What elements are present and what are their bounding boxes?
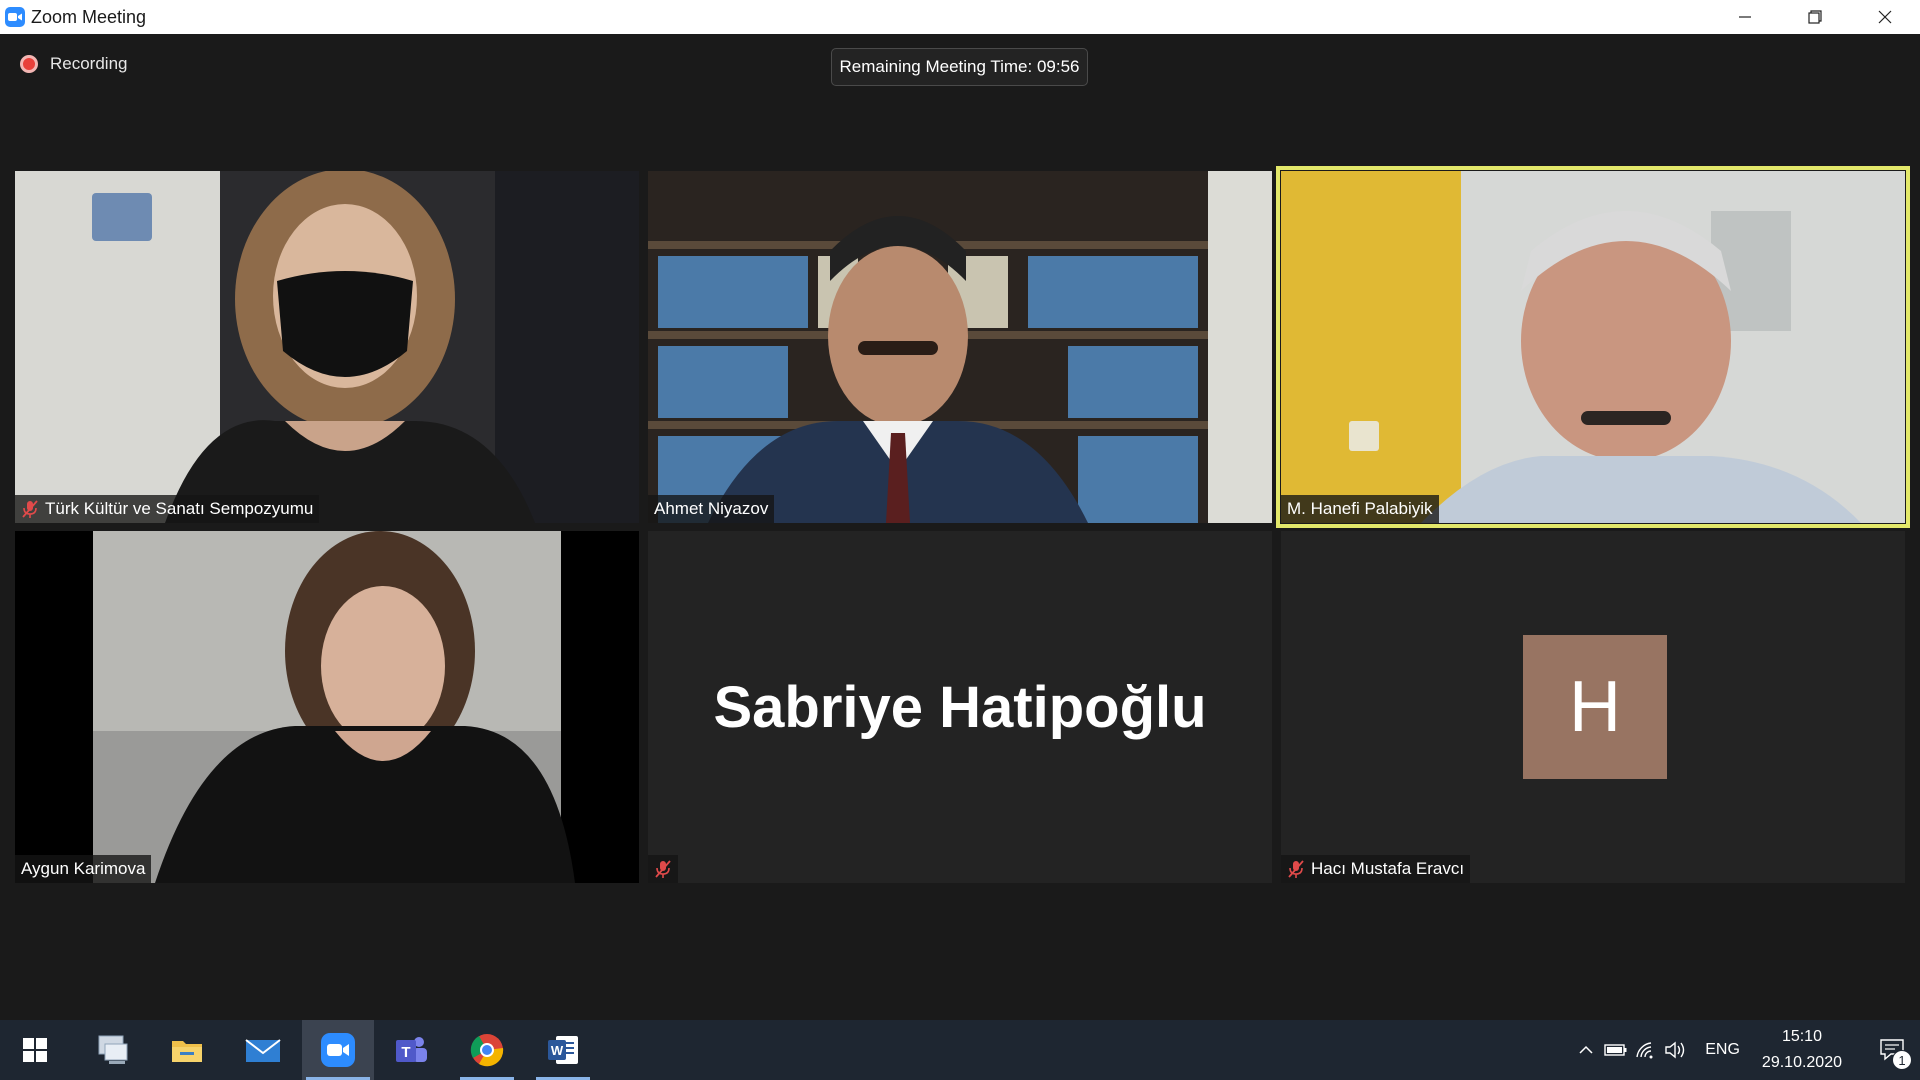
restore-icon xyxy=(1808,10,1822,24)
taskbar-zoom[interactable] xyxy=(302,1020,374,1080)
taskbar-remote-desktop[interactable] xyxy=(82,1020,144,1080)
folder-icon xyxy=(172,1041,202,1062)
muted-mic-icon xyxy=(1288,860,1304,878)
participant-name-tag xyxy=(648,855,678,883)
avatar: H xyxy=(1523,635,1667,779)
svg-text:W: W xyxy=(551,1043,564,1058)
camera-icon xyxy=(8,13,22,21)
clock-date: 29.10.2020 xyxy=(1761,1054,1842,1071)
taskbar: T W ENG 15:10 29.10.2020 1 xyxy=(0,1020,1920,1080)
start-button[interactable] xyxy=(4,1020,66,1080)
restore-button[interactable] xyxy=(1780,0,1850,34)
teams-icon: T xyxy=(396,1037,427,1062)
taskbar-chrome[interactable] xyxy=(456,1020,518,1080)
participant-name-tag: M. Hanefi Palabiyik xyxy=(1281,495,1439,523)
window-controls xyxy=(1710,0,1920,34)
muted-mic-icon xyxy=(655,860,671,878)
word-icon: W xyxy=(548,1036,578,1064)
zoom-app-icon xyxy=(5,7,25,27)
participant-name-tag: Hacı Mustafa Eravcı xyxy=(1281,855,1471,883)
clock[interactable]: 15:10 29.10.2020 xyxy=(1762,1024,1842,1076)
network-button[interactable] xyxy=(1631,1020,1661,1080)
window-title: Zoom Meeting xyxy=(31,6,147,27)
volume-button[interactable] xyxy=(1661,1020,1691,1080)
taskbar-mail[interactable] xyxy=(232,1020,294,1080)
taskbar-word[interactable]: W xyxy=(532,1020,594,1080)
mail-icon xyxy=(245,1039,281,1062)
close-icon xyxy=(1878,10,1892,24)
recording-label: Recording xyxy=(50,54,128,73)
svg-text:T: T xyxy=(401,1044,410,1061)
participant-video xyxy=(15,171,639,523)
participant-name-tag: Aygun Karimova xyxy=(15,855,152,883)
remote-desktop-icon xyxy=(98,1035,128,1064)
wifi-icon xyxy=(1636,1042,1653,1059)
chevron-up-icon xyxy=(1579,1045,1593,1054)
windows-icon xyxy=(23,1038,47,1062)
battery-icon xyxy=(1604,1044,1627,1056)
participant-display-name: Sabriye Hatipoğlu xyxy=(713,674,1207,740)
recording-dot-icon xyxy=(20,55,38,73)
participant-name: M. Hanefi Palabiyik xyxy=(1287,499,1433,518)
recording-indicator[interactable]: Recording xyxy=(20,54,128,74)
clock-time: 15:10 xyxy=(1781,1028,1822,1045)
system-tray: ENG 15:10 29.10.2020 1 xyxy=(1571,1020,1920,1080)
video-tile[interactable]: Aygun Karimova xyxy=(15,531,639,883)
battery-button[interactable] xyxy=(1601,1020,1631,1080)
notification-count-badge: 1 xyxy=(1892,1050,1912,1070)
participant-name-tag: Türk Kültür ve Sanatı Sempozyumu xyxy=(15,495,320,523)
language-indicator[interactable]: ENG xyxy=(1705,1041,1740,1059)
minimize-button[interactable] xyxy=(1710,0,1780,34)
participant-name-tag: Ahmet Niyazov xyxy=(648,495,775,523)
video-tile[interactable]: Türk Kültür ve Sanatı Sempozyumu xyxy=(15,171,639,523)
title-bar: Zoom Meeting xyxy=(0,0,1920,34)
minimize-icon xyxy=(1739,16,1751,18)
taskbar-file-explorer[interactable] xyxy=(156,1020,218,1080)
chrome-icon xyxy=(470,1034,504,1067)
zoom-icon xyxy=(321,1033,355,1067)
muted-mic-icon xyxy=(22,500,38,518)
close-button[interactable] xyxy=(1850,0,1920,34)
action-center-button[interactable]: 1 xyxy=(1864,1020,1920,1080)
video-tile[interactable]: Sabriye Hatipoğlu xyxy=(648,531,1272,883)
show-hidden-icons-button[interactable] xyxy=(1571,1020,1601,1080)
remaining-time-badge: Remaining Meeting Time: 09:56 xyxy=(831,48,1088,86)
participant-name: Ahmet Niyazov xyxy=(654,499,769,518)
speaker-icon xyxy=(1665,1041,1685,1059)
video-tile[interactable]: Ahmet Niyazov xyxy=(648,171,1272,523)
participant-name: Hacı Mustafa Eravcı xyxy=(1311,859,1465,878)
participant-video xyxy=(1281,171,1905,523)
video-tile-active-speaker[interactable]: M. Hanefi Palabiyik xyxy=(1276,166,1910,528)
video-tile[interactable]: H Hacı Mustafa Eravcı xyxy=(1281,531,1905,883)
taskbar-teams[interactable]: T xyxy=(380,1020,442,1080)
participant-name: Türk Kültür ve Sanatı Sempozyumu xyxy=(45,499,314,518)
participant-name: Aygun Karimova xyxy=(21,859,146,878)
participant-video xyxy=(648,171,1272,523)
meeting-area: Recording Remaining Meeting Time: 09:56 … xyxy=(0,34,1920,1020)
participant-video xyxy=(15,531,639,883)
